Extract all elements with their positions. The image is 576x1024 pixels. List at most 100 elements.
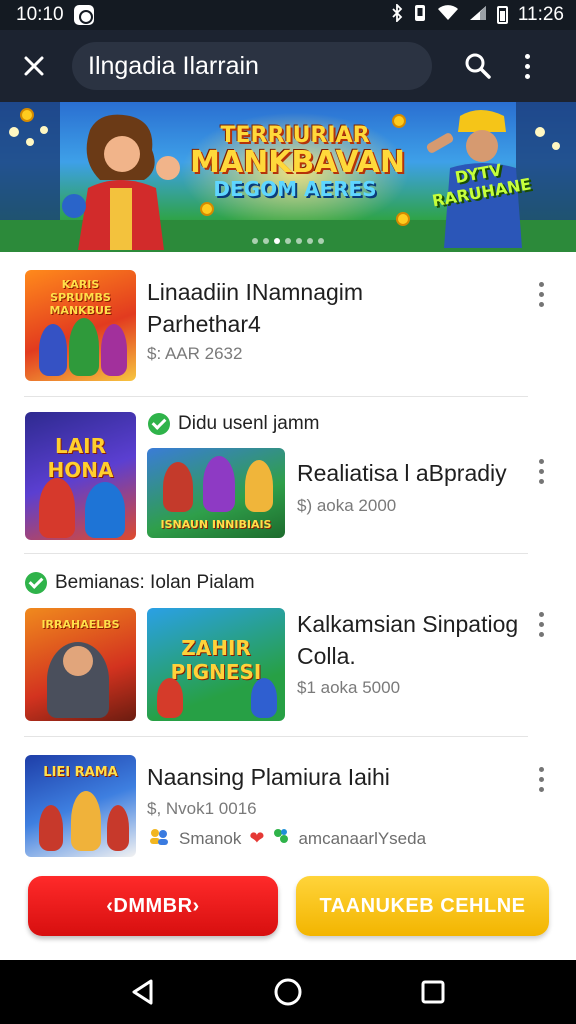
thumbnail-character bbox=[157, 678, 183, 718]
game-title-line2: Colla. bbox=[297, 643, 356, 669]
carousel-dot[interactable] bbox=[252, 238, 258, 244]
carousel-dot[interactable] bbox=[307, 238, 313, 244]
thumbnail-character bbox=[245, 460, 273, 512]
banner-title-line1: TERRIURIAR bbox=[220, 123, 370, 148]
system-nav-bar bbox=[0, 960, 576, 1024]
back-icon bbox=[132, 979, 153, 1005]
menu-dot bbox=[538, 458, 544, 464]
home-button[interactable] bbox=[264, 968, 312, 1016]
menu-dot bbox=[538, 291, 544, 297]
carousel-dot[interactable] bbox=[296, 238, 302, 244]
thumbnail-text: LIEI RAMA bbox=[43, 765, 118, 780]
back-button[interactable] bbox=[119, 968, 167, 1016]
item-menu-button[interactable] bbox=[529, 451, 553, 491]
game-title-line2: Parhethar4 bbox=[147, 311, 261, 337]
status-bar: 10:10 11:26 bbox=[0, 0, 576, 30]
menu-dot bbox=[538, 766, 544, 772]
carousel-dot[interactable] bbox=[285, 238, 291, 244]
thumbnail-character bbox=[251, 678, 277, 718]
list-item[interactable]: LIEI RAMA Naansing Plamiura Iaihi $, Nvo… bbox=[0, 737, 576, 857]
close-button[interactable] bbox=[12, 44, 56, 88]
puzzle-icon bbox=[272, 827, 290, 850]
game-thumbnail[interactable]: LIEI RAMA bbox=[25, 755, 136, 857]
thumbnail-text: ISNAUN INNIBIAIS bbox=[160, 518, 272, 531]
game-thumbnail[interactable]: ISNAUN INNIBIAIS bbox=[147, 448, 285, 538]
menu-dot bbox=[538, 478, 544, 484]
primary-red-button[interactable]: ‹DMMBR› bbox=[28, 876, 278, 936]
meta-right-text: amcanaarlYseda bbox=[298, 828, 427, 848]
thumbnail-character bbox=[107, 805, 129, 851]
game-price: $1 aoka 5000 bbox=[297, 678, 401, 697]
vibrate-icon bbox=[413, 4, 427, 26]
promo-banner[interactable]: DYTV RARUHANE TERRIURIAR MANKBAVAN DEGOM… bbox=[0, 102, 576, 252]
game-thumbnail-left[interactable]: IRRAHAELBS bbox=[25, 608, 136, 721]
game-thumbnail[interactable]: KARIS SPRUMBS MANKBUE bbox=[25, 270, 136, 381]
game-title-line1: Kalkamsian Sinpatiog bbox=[297, 611, 519, 637]
menu-dot bbox=[538, 281, 544, 287]
item-menu-button[interactable] bbox=[529, 759, 553, 799]
list-item[interactable]: KARIS SPRUMBS MANKBUE Linaadiin INamnagi… bbox=[0, 252, 576, 397]
menu-dot bbox=[538, 468, 544, 474]
game-thumbnail-left[interactable]: LAIR HONA bbox=[25, 412, 136, 540]
banner-title: TERRIURIAR MANKBAVAN DEGOM AERES bbox=[190, 123, 405, 200]
thumbnail-text: LAIR HONA bbox=[47, 434, 114, 482]
people-icon bbox=[147, 827, 171, 850]
search-icon bbox=[465, 53, 491, 79]
carousel-dots[interactable] bbox=[0, 238, 576, 244]
thumbnail-character bbox=[71, 791, 101, 851]
thumbnail-character bbox=[39, 805, 63, 851]
app-notification-icon bbox=[73, 5, 94, 25]
verified-label: Didu usenl jamm bbox=[148, 413, 320, 435]
coin-icon bbox=[392, 114, 406, 128]
thumbnail-face bbox=[63, 646, 93, 676]
signal-icon bbox=[469, 5, 487, 25]
thumbnail-text: ZAHIR PIGNESI bbox=[170, 636, 262, 684]
coin-icon bbox=[396, 212, 410, 226]
game-title: Naansing Plamiura Iaihi bbox=[147, 764, 390, 790]
menu-dot bbox=[538, 611, 544, 617]
menu-dot bbox=[538, 786, 544, 792]
banner-hero-left bbox=[62, 114, 180, 250]
item-menu-button[interactable] bbox=[529, 604, 553, 644]
thumbnail-text: IRRAHAELBS bbox=[41, 618, 120, 631]
more-dot bbox=[524, 73, 530, 79]
more-dot bbox=[524, 53, 530, 59]
carousel-dot[interactable] bbox=[318, 238, 324, 244]
status-left: 10:10 bbox=[16, 4, 94, 26]
primary-red-button-label: ‹DMMBR› bbox=[106, 894, 200, 917]
thumbnail-text: KARIS SPRUMBS MANKBUE bbox=[49, 278, 112, 317]
more-dot bbox=[524, 63, 530, 69]
coin-icon bbox=[20, 108, 34, 122]
home-icon bbox=[274, 978, 302, 1006]
check-icon bbox=[25, 572, 47, 594]
app-title-field[interactable]: Ilngadia Ilarrain bbox=[72, 42, 432, 90]
wifi-icon bbox=[437, 5, 459, 25]
thumbnail-character bbox=[39, 324, 67, 376]
recents-button[interactable] bbox=[409, 968, 457, 1016]
thumbnail-character bbox=[101, 324, 127, 376]
game-thumbnail[interactable]: ZAHIR PIGNESI bbox=[147, 608, 285, 721]
thumbnail-character bbox=[85, 482, 125, 538]
heart-icon: ❤ bbox=[249, 828, 265, 848]
search-button[interactable] bbox=[456, 44, 500, 88]
secondary-yellow-button-label: TAANUKEB CEHLNE bbox=[319, 894, 526, 917]
menu-dot bbox=[538, 621, 544, 627]
carousel-dot[interactable] bbox=[263, 238, 269, 244]
menu-dot bbox=[538, 301, 544, 307]
verified-label-text: Bemianas: Iolan Pialam bbox=[55, 572, 255, 593]
list-item[interactable]: LAIR HONA Didu usenl jamm ISNAUN INNIBIA… bbox=[0, 397, 576, 554]
app-title: Ilngadia Ilarrain bbox=[88, 51, 259, 80]
game-title: Realiatisa l aBpradiy bbox=[297, 460, 507, 486]
list-item[interactable]: Bemianas: Iolan Pialam IRRAHAELBS ZAHIR … bbox=[0, 554, 576, 737]
secondary-yellow-button[interactable]: TAANUKEB CEHLNE bbox=[296, 876, 549, 936]
battery-icon bbox=[496, 6, 508, 24]
status-time-right: 11:26 bbox=[517, 4, 564, 25]
item-menu-button[interactable] bbox=[529, 274, 553, 314]
carousel-dot[interactable] bbox=[274, 238, 280, 244]
game-meta-row: Smanok ❤ amcanaarlYseda bbox=[147, 827, 426, 850]
verified-label: Bemianas: Iolan Pialam bbox=[25, 572, 255, 594]
verified-label-text: Didu usenl jamm bbox=[178, 413, 320, 434]
app-bar: Ilngadia Ilarrain bbox=[0, 30, 576, 102]
more-options-button[interactable] bbox=[510, 44, 544, 88]
game-price: $, Nvok1 0016 bbox=[147, 799, 257, 818]
